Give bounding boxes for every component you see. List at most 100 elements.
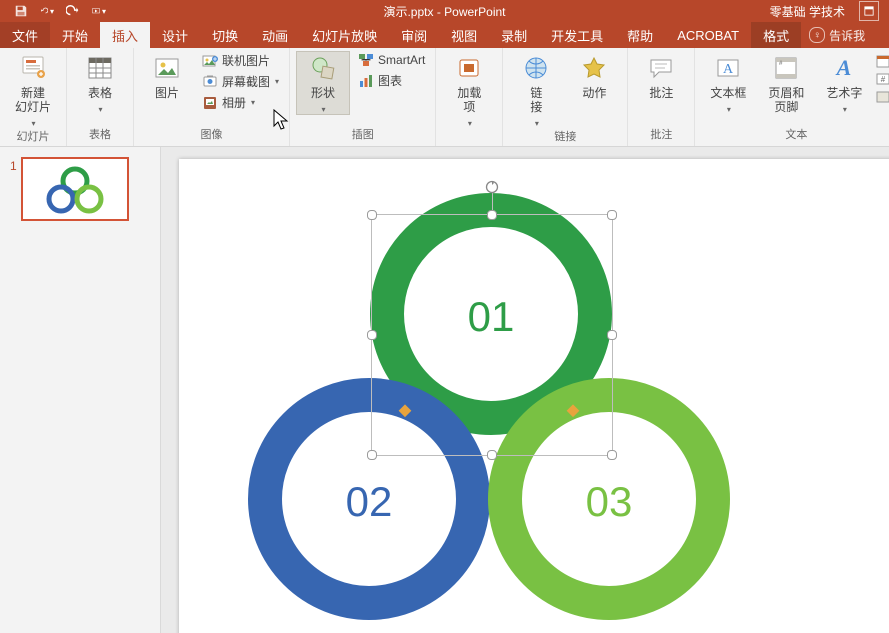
picture-button[interactable]: 图片: [140, 51, 194, 101]
start-from-beginning-icon[interactable]: ▾: [92, 4, 106, 18]
chart-icon: [358, 73, 374, 89]
textbox-label: 文本框: [710, 87, 746, 101]
resize-handle[interactable]: [607, 330, 617, 340]
group-addins: 加载 项 ▾: [436, 48, 503, 146]
tab-file[interactable]: 文件: [0, 22, 50, 48]
photo-album-button[interactable]: 相册▾: [198, 93, 259, 112]
group-links-label: 链接: [554, 128, 576, 146]
rotation-handle-icon[interactable]: [485, 180, 499, 194]
resize-handle[interactable]: [607, 210, 617, 220]
link-label: 链 接: [530, 87, 542, 115]
action-label: 动作: [582, 87, 606, 101]
tab-slideshow[interactable]: 幻灯片放映: [300, 22, 389, 48]
table-icon: [85, 53, 115, 83]
wordart-icon: A: [829, 53, 859, 83]
account-label[interactable]: 零基础 学技术: [770, 3, 845, 20]
addins-button[interactable]: 加载 项 ▾: [442, 51, 496, 128]
group-images: 图片 联机图片 屏幕截图▾ 相册▾ 图: [134, 48, 290, 146]
resize-handle[interactable]: [487, 450, 497, 460]
picture-icon: [152, 53, 182, 83]
smartart-button[interactable]: SmartArt: [354, 51, 429, 69]
thumbnail-number: 1: [10, 157, 17, 221]
addins-icon: [454, 53, 484, 83]
tab-acrobat[interactable]: ACROBAT: [665, 22, 751, 48]
addins-label: 加载 项: [457, 87, 481, 115]
group-images-label: 图像: [201, 126, 223, 144]
workspace: 1 01 02: [0, 147, 889, 633]
photo-album-icon: [202, 95, 218, 111]
selection-bounding-box[interactable]: [371, 214, 613, 456]
slide[interactable]: 01 02 03: [179, 159, 889, 633]
group-illustrations: 形状 ▾ SmartArt 图表 插图: [290, 48, 436, 146]
textbox-icon: A: [713, 53, 743, 83]
tab-review[interactable]: 审阅: [389, 22, 439, 48]
screenshot-icon: [202, 74, 218, 90]
tab-developer[interactable]: 开发工具: [539, 22, 615, 48]
group-comments-label: 批注: [650, 126, 672, 144]
ribbon-display-options-icon[interactable]: [859, 1, 879, 21]
shapes-icon: [308, 53, 338, 83]
shapes-button[interactable]: 形状 ▾: [296, 51, 350, 115]
tab-help[interactable]: 帮助: [615, 22, 665, 48]
header-footer-button[interactable]: # 页眉和页脚: [759, 51, 813, 115]
group-tables-label: 表格: [89, 126, 111, 144]
save-icon[interactable]: [14, 4, 28, 18]
tab-transitions[interactable]: 切换: [200, 22, 250, 48]
online-pictures-button[interactable]: 联机图片: [198, 51, 274, 70]
group-links: 链 接 ▾ 动作 链接: [503, 48, 628, 146]
resize-handle[interactable]: [367, 330, 377, 340]
tell-me-label: 告诉我: [829, 27, 865, 44]
tab-animations[interactable]: 动画: [250, 22, 300, 48]
tab-insert[interactable]: 插入: [100, 22, 150, 48]
smartart-icon: [358, 52, 374, 68]
resize-handle[interactable]: [607, 450, 617, 460]
online-pictures-label: 联机图片: [222, 52, 270, 69]
ribbon-tabs: 文件 开始 插入 设计 切换 动画 幻灯片放映 审阅 视图 录制 开发工具 帮助…: [0, 22, 889, 48]
tab-design[interactable]: 设计: [150, 22, 200, 48]
table-label: 表格: [88, 87, 112, 101]
comment-label: 批注: [649, 87, 673, 101]
tab-home[interactable]: 开始: [50, 22, 100, 48]
shape-02-text: 02: [346, 478, 393, 525]
online-pictures-icon: [202, 53, 218, 69]
resize-handle[interactable]: [487, 210, 497, 220]
screenshot-button[interactable]: 屏幕截图▾: [198, 72, 283, 91]
redo-icon[interactable]: [66, 4, 80, 18]
link-button[interactable]: 链 接 ▾: [509, 51, 563, 128]
new-slide-icon: [18, 53, 48, 83]
action-button[interactable]: 动作: [567, 51, 621, 101]
group-text-label: 文本: [785, 126, 807, 144]
svg-text:A: A: [835, 55, 852, 80]
wordart-button[interactable]: A 艺术字 ▾: [817, 51, 871, 114]
resize-handle[interactable]: [367, 450, 377, 460]
shapes-label: 形状: [311, 87, 335, 101]
smartart-label: SmartArt: [378, 53, 425, 67]
slide-canvas[interactable]: 01 02 03: [161, 147, 889, 633]
textbox-button[interactable]: A 文本框 ▾: [701, 51, 755, 114]
resize-handle[interactable]: [367, 210, 377, 220]
header-footer-icon: #: [771, 53, 801, 83]
tab-view[interactable]: 视图: [439, 22, 489, 48]
tab-format[interactable]: 格式: [751, 22, 801, 48]
quick-access-toolbar: ▾ ▾: [0, 4, 106, 18]
new-slide-label: 新建 幻灯片: [15, 87, 51, 115]
tell-me[interactable]: ♀ 告诉我: [809, 22, 865, 48]
group-tables: 表格 ▾ 表格: [67, 48, 134, 146]
group-slides-label: 幻灯片: [17, 128, 50, 146]
chart-button[interactable]: 图表: [354, 71, 406, 90]
comment-icon: [646, 53, 676, 83]
screenshot-label: 屏幕截图: [222, 73, 270, 90]
slide-number-icon[interactable]: #: [875, 71, 889, 87]
window-title: 演示.pptx - PowerPoint: [0, 3, 889, 20]
tab-recording[interactable]: 录制: [489, 22, 539, 48]
table-button[interactable]: 表格 ▾: [73, 51, 127, 114]
comment-button[interactable]: 批注: [634, 51, 688, 101]
group-addins-label: [468, 130, 471, 144]
new-slide-button[interactable]: 新建 幻灯片 ▾: [6, 51, 60, 128]
group-text: A 文本框 ▾ # 页眉和页脚 A 艺术字 ▾: [695, 48, 889, 146]
object-icon[interactable]: [875, 89, 889, 105]
group-slides: 新建 幻灯片 ▾ 幻灯片: [0, 48, 67, 146]
date-time-icon[interactable]: [875, 53, 889, 69]
slide-thumbnail-1[interactable]: [21, 157, 129, 221]
undo-icon[interactable]: ▾: [40, 4, 54, 18]
